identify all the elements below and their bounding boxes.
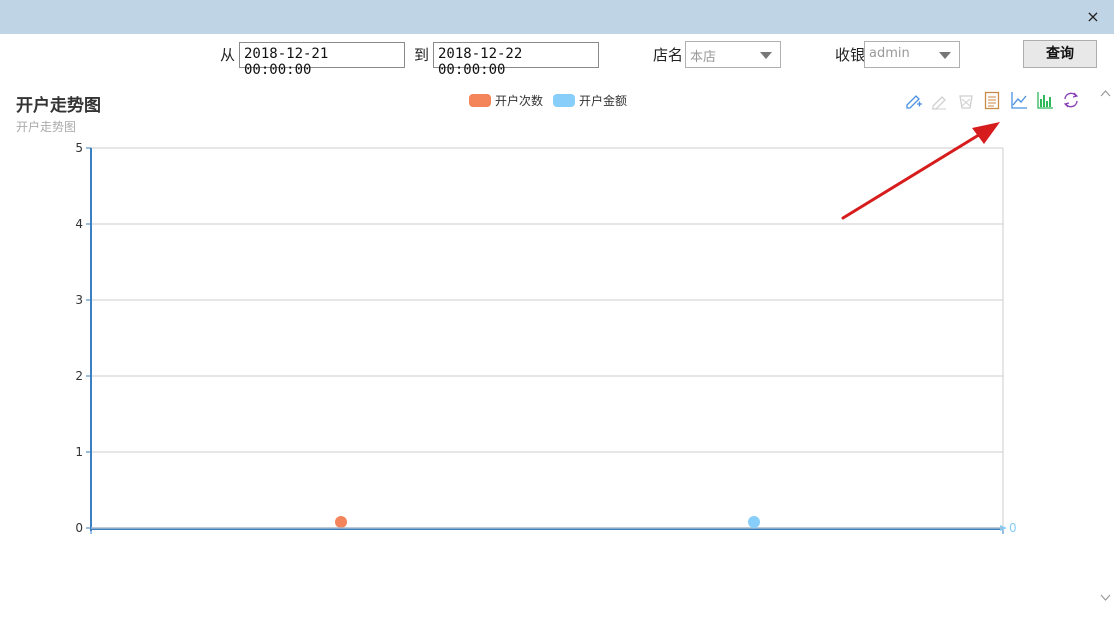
chart-plot: 0 1 2 3 4 5 0 — [75, 122, 1017, 535]
y-tick-label: 2 — [75, 369, 83, 383]
y-tick-label: 0 — [75, 521, 83, 535]
y-tick-label: 1 — [75, 445, 83, 459]
vertical-scrollbar[interactable] — [1097, 80, 1114, 620]
scroll-up-icon[interactable] — [1100, 88, 1111, 99]
y-tick-label: 5 — [75, 141, 83, 155]
y-tick-label: 3 — [75, 293, 83, 307]
right-axis-tick-label: 0 — [1009, 521, 1017, 535]
y-tick-label: 4 — [75, 217, 83, 231]
annotation-arrow-shaft — [841, 131, 984, 220]
annotation-arrow-head — [972, 122, 1000, 144]
scroll-down-icon[interactable] — [1100, 592, 1111, 603]
